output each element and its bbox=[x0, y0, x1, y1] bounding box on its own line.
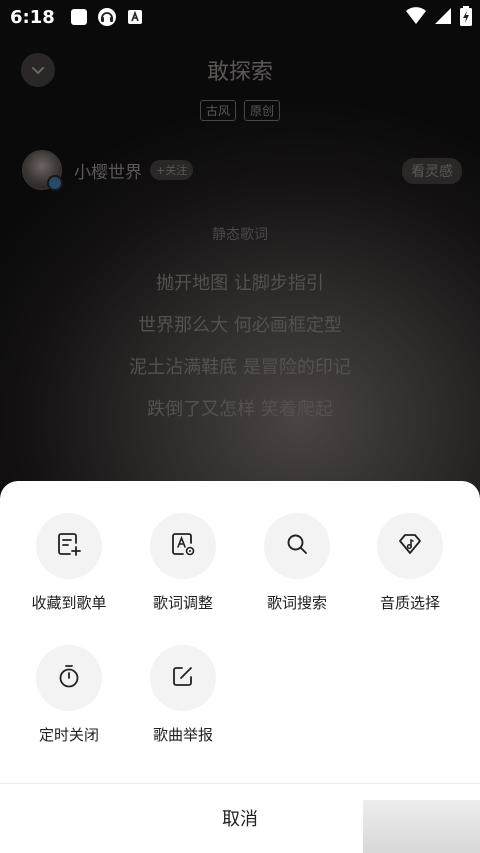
lyric-line: 泥土沾满鞋底 是冒险的印记 bbox=[129, 357, 351, 378]
action-icon-circle bbox=[150, 645, 216, 711]
sound-quality-button[interactable]: 音质选择 bbox=[355, 513, 465, 613]
report-icon bbox=[171, 664, 195, 692]
add-to-playlist-button[interactable]: 收藏到歌单 bbox=[14, 513, 124, 613]
sheet-divider bbox=[0, 783, 480, 784]
search-icon bbox=[285, 532, 309, 560]
status-time: 6:18 bbox=[10, 6, 55, 28]
battery-charging-icon bbox=[460, 6, 472, 30]
static-lyrics-label: 静态歌词 bbox=[212, 227, 268, 243]
song-tag[interactable]: 原创 bbox=[244, 100, 281, 121]
keyboard-a-icon bbox=[125, 7, 145, 27]
lyrics-adjust-icon bbox=[170, 531, 196, 561]
add-to-playlist-icon bbox=[56, 531, 82, 561]
report-song-button[interactable]: 歌曲举报 bbox=[128, 645, 238, 745]
sleep-timer-button[interactable]: 定时关闭 bbox=[14, 645, 124, 745]
song-tag[interactable]: 古风 bbox=[199, 100, 236, 121]
lyric-line: 世界那么大 何必画框定型 bbox=[138, 315, 342, 336]
action-label: 收藏到歌单 bbox=[31, 594, 107, 612]
lyrics-list: 抛开地图 让脚步指引 世界那么大 何必画框定型 泥土沾满鞋底 是冒险的印记 跌倒… bbox=[0, 270, 480, 438]
status-right-icons bbox=[406, 6, 472, 30]
action-label: 音质选择 bbox=[379, 594, 440, 612]
wifi-icon bbox=[406, 7, 426, 29]
more-actions-sheet: 收藏到歌单 歌词调整 歌词搜索 音质选择 定时关闭 歌曲举报 取消 bbox=[0, 481, 480, 853]
action-label: 歌词调整 bbox=[152, 594, 213, 612]
action-icon-circle bbox=[36, 513, 102, 579]
sound-quality-icon bbox=[397, 531, 423, 561]
action-label: 歌词搜索 bbox=[266, 594, 327, 612]
status-bar: 6:18 bbox=[0, 0, 480, 34]
action-icon-circle bbox=[150, 513, 216, 579]
inspiration-button[interactable]: 看灵感 bbox=[402, 158, 462, 184]
lyrics-search-button[interactable]: 歌词搜索 bbox=[242, 513, 352, 613]
artist-name[interactable]: 小樱世界 bbox=[74, 158, 142, 183]
verified-badge-icon bbox=[47, 175, 63, 191]
lyric-line: 跌倒了又怎样 笑着爬起 bbox=[147, 399, 333, 420]
artist-row: 小樱世界 +关注 看灵感 bbox=[22, 150, 462, 191]
headphone-app-icon bbox=[97, 7, 117, 27]
action-icon-circle bbox=[264, 513, 330, 579]
action-label: 歌曲举报 bbox=[152, 726, 213, 744]
lyric-line: 抛开地图 让脚步指引 bbox=[156, 273, 324, 294]
action-label: 定时关闭 bbox=[38, 726, 99, 744]
lyrics-adjust-button[interactable]: 歌词调整 bbox=[128, 513, 238, 613]
song-title: 敢探索 bbox=[206, 60, 273, 85]
cell-signal-icon bbox=[434, 7, 452, 29]
follow-button[interactable]: +关注 bbox=[150, 160, 194, 180]
action-icon-circle bbox=[377, 513, 443, 579]
notification-square-icon bbox=[69, 7, 89, 27]
corner-overlay bbox=[363, 800, 480, 853]
artist-avatar[interactable] bbox=[22, 150, 63, 191]
timer-icon bbox=[56, 663, 82, 693]
action-icon-circle bbox=[36, 645, 102, 711]
song-tags: 古风 原创 bbox=[0, 100, 480, 121]
